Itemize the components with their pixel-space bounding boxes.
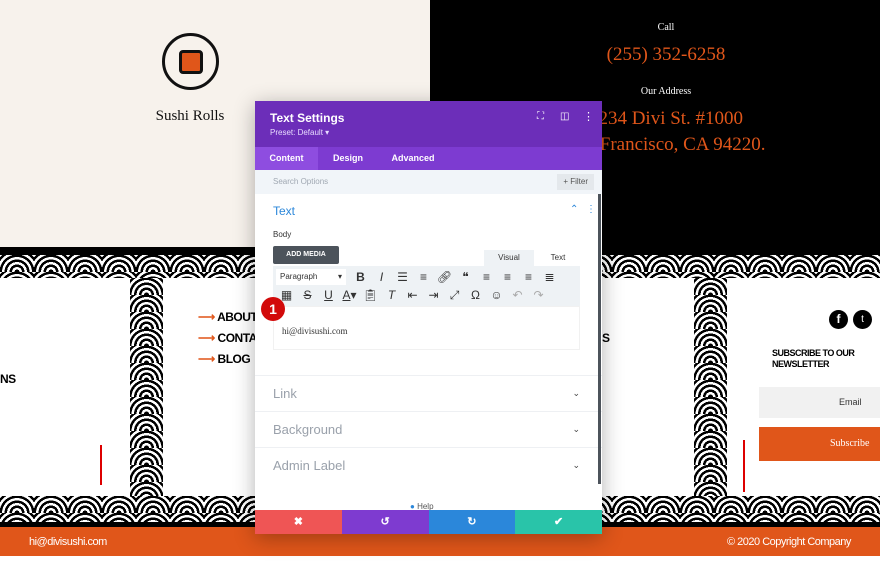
save-button[interactable]: ✔ — [515, 510, 602, 534]
redo-button[interactable]: ↻ — [428, 510, 516, 534]
body-label: Body — [273, 230, 292, 239]
search-bar: Search Options + Filter — [255, 170, 602, 194]
indent-icon[interactable]: ⇥ — [423, 288, 444, 302]
cancel-button[interactable]: ✖ — [255, 510, 342, 534]
nav-blog[interactable]: ⟶ BLOG — [198, 352, 251, 366]
preset-dropdown[interactable]: Preset: Default ▾ — [270, 128, 587, 137]
footer-copyright: © 2020 Copyright Company — [727, 536, 851, 548]
align-right-icon[interactable]: ≡ — [518, 270, 539, 284]
address-label: Our Address — [640, 86, 692, 97]
phone[interactable]: (255) 352-6258 — [566, 44, 766, 66]
tab-design[interactable]: Design — [318, 147, 378, 170]
text-settings-modal: Text Settings Preset: Default ▾ ⛶ ◫ ⋮ Co… — [255, 101, 602, 534]
paste-icon[interactable]: 📋︎ — [360, 288, 381, 302]
accordion-admin-label[interactable]: Admin Label ⌄ — [255, 447, 602, 483]
red-arrow-right — [743, 440, 745, 492]
search-input[interactable]: Search Options — [273, 177, 328, 186]
modal-tabs: Content Design Advanced — [255, 147, 602, 170]
sushi-icon — [162, 33, 219, 90]
nav-label: ABOUT — [217, 310, 258, 324]
fullscreen-icon[interactable]: ⛶ — [537, 111, 544, 122]
outdent-icon[interactable]: ⇤ — [402, 288, 423, 302]
link-icon[interactable]: 🔗︎ — [434, 270, 455, 284]
omega-icon[interactable]: Ω — [465, 288, 486, 302]
format-select[interactable]: Paragraph ▾ — [276, 269, 346, 285]
undo-button[interactable]: ↺ — [341, 510, 429, 534]
quote-icon[interactable]: ❝ — [455, 270, 476, 284]
collapse-icon[interactable]: ⌃ — [570, 204, 578, 215]
tab-text[interactable]: Text — [537, 250, 579, 266]
chevron-down-icon: ⌄ — [572, 388, 580, 398]
sidebar-toggle-icon[interactable]: ◫ — [560, 111, 569, 122]
chevron-down-icon: ⌄ — [572, 424, 580, 434]
numbered-list-icon[interactable]: ≡ — [413, 270, 434, 284]
nav-about[interactable]: ⟶ ABOUT — [198, 310, 258, 324]
wave-pattern-col2 — [694, 278, 727, 496]
mid-partial: S — [602, 331, 610, 345]
red-arrow-left — [100, 445, 102, 485]
service-title: Sushi Rolls — [155, 108, 225, 124]
step-badge: 1 — [261, 297, 285, 321]
add-media-button[interactable]: ADD MEDIA — [273, 246, 339, 264]
editor-toolbar: Paragraph ▾ B I ☰ ≡ 🔗︎ ❝ ≡ ≡ ≡ ≣ ▦ S U A ▾ 📋︎ T ⇤ ⇥ ⤢ Ω ☺ ↶ ↷ — [273, 266, 580, 306]
text-section: Text ⌃ ⋮ Body ADD MEDIA Visual Text Para… — [255, 194, 602, 375]
tab-advanced[interactable]: Advanced — [378, 147, 448, 170]
tab-content[interactable]: Content — [255, 147, 318, 170]
section-menu-icon[interactable]: ⋮ — [586, 204, 596, 215]
accordion-link[interactable]: Link ⌄ — [255, 375, 602, 411]
accordion-label: Background — [273, 422, 343, 437]
chevron-down-icon: ⌄ — [572, 460, 580, 470]
filter-button[interactable]: + Filter — [557, 174, 594, 190]
editor-text: hi@divisushi.com — [282, 326, 348, 336]
subscribe-button[interactable]: Subscribe — [759, 427, 880, 461]
align-left-icon[interactable]: ≡ — [476, 270, 497, 284]
more-options-icon[interactable]: ⋮ — [583, 110, 594, 123]
left-partial: NS — [0, 372, 16, 386]
wave-pattern-col1 — [130, 278, 163, 496]
modal-header: Text Settings Preset: Default ▾ ⛶ ◫ ⋮ — [255, 101, 602, 147]
tab-visual[interactable]: Visual — [484, 250, 534, 266]
text-color-icon[interactable]: A ▾ — [339, 288, 360, 302]
editor-content[interactable]: hi@divisushi.com — [273, 306, 580, 350]
email-placeholder: Email — [839, 397, 862, 407]
strikethrough-icon[interactable]: S — [297, 288, 318, 302]
call-label: Call — [657, 22, 675, 33]
format-value: Paragraph — [280, 272, 318, 281]
footer-email[interactable]: hi@divisushi.com — [29, 536, 107, 548]
align-center-icon[interactable]: ≡ — [497, 270, 518, 284]
subscribe-title: SUBSCRIBE TO OUR NEWSLETTER — [772, 348, 855, 369]
bullet-list-icon[interactable]: ☰ — [392, 270, 413, 284]
justify-icon[interactable]: ≣ — [539, 270, 560, 284]
email-input[interactable]: Email — [759, 387, 880, 418]
action-bar: ✖ ↺ ↻ ✔ — [255, 510, 602, 534]
facebook-icon[interactable]: f — [829, 310, 848, 329]
twitter-icon[interactable]: t — [853, 310, 872, 329]
scrollbar[interactable] — [598, 194, 601, 484]
accordion-label: Admin Label — [273, 458, 346, 473]
fullscreen-editor-icon[interactable]: ⤢ — [444, 288, 465, 303]
italic-icon[interactable]: I — [371, 270, 392, 284]
clear-format-icon[interactable]: T — [381, 288, 402, 302]
underline-icon[interactable]: U — [318, 288, 339, 302]
emoji-icon[interactable]: ☺ — [486, 288, 507, 302]
nav-label: BLOG — [217, 352, 251, 366]
accordion-label: Link — [273, 386, 297, 401]
accordion-background[interactable]: Background ⌄ — [255, 411, 602, 447]
redo-icon[interactable]: ↷ — [528, 288, 549, 302]
undo-icon[interactable]: ↶ — [507, 288, 528, 302]
section-title[interactable]: Text — [273, 204, 295, 218]
bold-icon[interactable]: B — [350, 270, 371, 284]
